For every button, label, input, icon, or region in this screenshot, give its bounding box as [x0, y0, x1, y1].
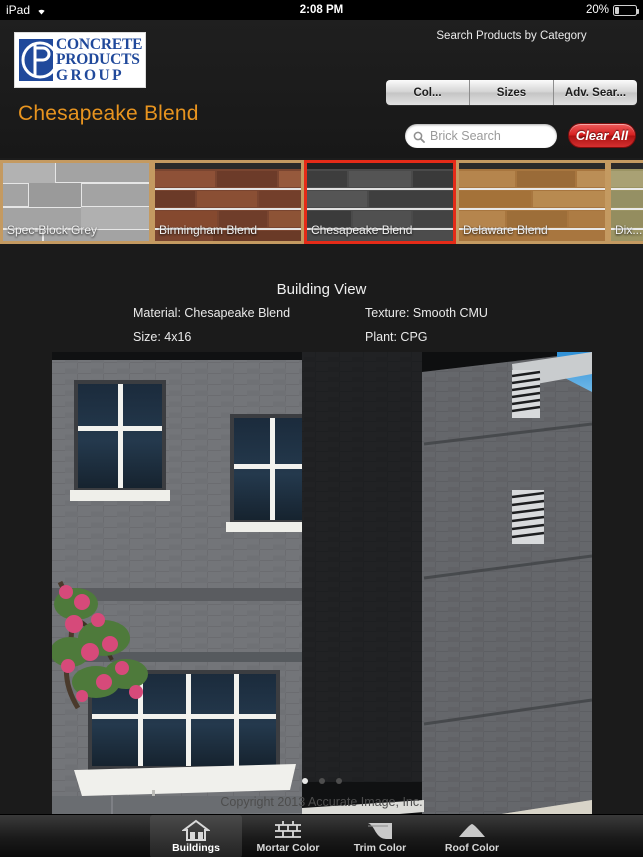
tab-label: Buildings — [172, 842, 220, 854]
logo-line-1: CONCRETE — [56, 35, 143, 53]
page-indicator[interactable] — [0, 778, 643, 784]
cp-monogram-icon — [18, 36, 59, 84]
building-view-panel: Building View Material: Chesapeake Blend… — [0, 244, 643, 857]
thumbnail-dixie-blend[interactable]: Dix... — [608, 160, 643, 244]
house-icon — [181, 819, 211, 841]
product-thumbnail-strip[interactable]: Spec-Block Grey Birmingham Blend Chesape… — [0, 160, 643, 244]
tab-label: Mortar Color — [256, 842, 320, 854]
plant-label: Plant: CPG — [365, 330, 428, 344]
bottom-tab-bar: Buildings Mortar Color Trim Color Roof C… — [0, 814, 643, 857]
trim-molding-icon — [366, 819, 394, 841]
clear-all-button[interactable]: Clear All — [568, 123, 636, 148]
thumbnail-label: Birmingham Blend — [159, 223, 258, 237]
status-bar-clock: 2:08 PM — [299, 4, 344, 16]
status-bar: iPad 2:08 PM 20% — [0, 0, 643, 20]
status-bar-right: 20% — [585, 4, 639, 16]
tab-roof-color[interactable]: Roof Color — [426, 815, 518, 857]
search-category-label: Search Products by Category — [436, 30, 587, 42]
search-icon — [413, 130, 425, 143]
tab-label: Trim Color — [353, 842, 407, 854]
category-segmented-control[interactable]: Col... Sizes Adv. Sear... — [386, 80, 637, 105]
logo-line-2: PRODUCTS — [56, 51, 140, 69]
page-dot-3[interactable] — [335, 778, 342, 784]
page-dot-1[interactable] — [301, 778, 308, 784]
company-logo-text: CONCRETE PRODUCTS GROUP — [54, 37, 142, 84]
logo-line-3: GROUP — [56, 66, 124, 84]
tab-bar-items: Buildings Mortar Color Trim Color Roof C… — [150, 815, 518, 857]
brick-wall-icon — [274, 819, 302, 841]
thumbnail-label: Dix... — [615, 223, 643, 237]
app-root: iPad 2:08 PM 20% CONCRETE PRODUCTS GROUP… — [0, 0, 643, 857]
size-label: Size: 4x16 — [133, 330, 192, 344]
tab-buildings[interactable]: Buildings — [150, 815, 242, 857]
thumbnail-delaware-blend[interactable]: Delaware Blend — [456, 160, 608, 244]
material-label: Material: Chesapeake Blend — [133, 306, 291, 320]
segment-sizes[interactable]: Sizes — [470, 80, 554, 105]
battery-icon — [613, 4, 639, 16]
texture-label: Texture: Smooth CMU — [365, 306, 488, 320]
thumbnail-label: Chesapeake Blend — [311, 223, 413, 237]
app-header: CONCRETE PRODUCTS GROUP Chesapeake Blend… — [0, 20, 643, 175]
roof-peak-icon — [458, 819, 486, 841]
tab-label: Roof Color — [444, 842, 500, 854]
thumbnail-spec-block-grey[interactable]: Spec-Block Grey — [0, 160, 152, 244]
tab-trim-color[interactable]: Trim Color — [334, 815, 426, 857]
copyright-text: Copyright 2013 Accurate Image, Inc. — [220, 795, 423, 809]
segment-colors[interactable]: Col... — [386, 80, 470, 105]
search-placeholder: Brick Search — [430, 129, 501, 143]
page-dot-2[interactable] — [318, 778, 325, 784]
building-view-title: Building View — [276, 281, 367, 298]
thumbnail-birmingham-blend[interactable]: Birmingham Blend — [152, 160, 304, 244]
segment-advanced-search[interactable]: Adv. Sear... — [554, 80, 637, 105]
thumbnail-label: Delaware Blend — [463, 223, 548, 237]
thumbnail-label: Spec-Block Grey — [7, 223, 98, 237]
tab-mortar-color[interactable]: Mortar Color — [242, 815, 334, 857]
thumbnail-chesapeake-blend[interactable]: Chesapeake Blend — [304, 160, 456, 244]
page-title: Chesapeake Blend — [18, 102, 199, 125]
battery-percent: 20% — [585, 4, 609, 16]
company-logo: CONCRETE PRODUCTS GROUP — [14, 32, 146, 88]
search-field[interactable]: Brick Search — [405, 124, 557, 148]
